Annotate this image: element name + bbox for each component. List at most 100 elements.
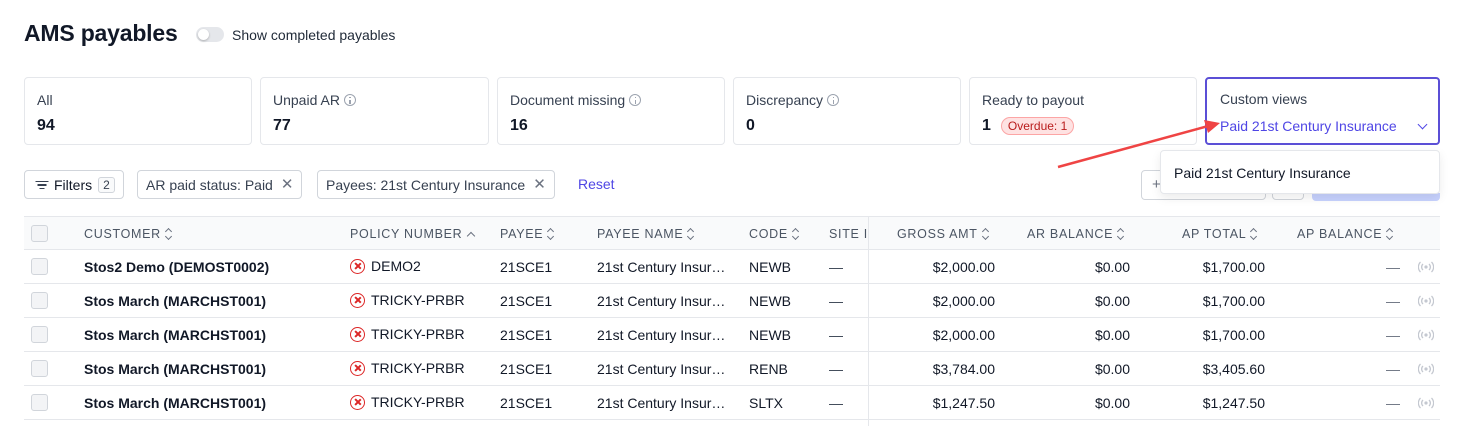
policy-cell[interactable]: TRICKY-PRBR bbox=[350, 394, 495, 410]
site-cell: — bbox=[829, 293, 843, 309]
custom-views-label: Custom views bbox=[1220, 91, 1308, 107]
error-circle-icon bbox=[350, 292, 365, 308]
ar-balance-cell: $0.00 bbox=[1094, 293, 1130, 309]
select-all-checkbox[interactable] bbox=[31, 225, 48, 242]
stat-card-unpaid-ar[interactable]: Unpaid AR 77 bbox=[260, 77, 489, 145]
policy-cell[interactable]: TRICKY-PRBR bbox=[350, 360, 495, 376]
broadcast-icon[interactable] bbox=[1417, 260, 1435, 274]
column-header-site[interactable]: SITE I bbox=[829, 227, 867, 241]
gross-amt-cell: $2,000.00 bbox=[932, 259, 995, 275]
column-header-code[interactable]: CODE bbox=[749, 227, 800, 241]
ap-balance-cell: — bbox=[1386, 259, 1400, 275]
filter-icon bbox=[35, 180, 48, 190]
gross-amt-cell: $1,247.50 bbox=[932, 395, 995, 411]
payee-cell: 21SCE1 bbox=[500, 395, 553, 411]
payee-cell: 21SCE1 bbox=[500, 293, 553, 309]
broadcast-icon[interactable] bbox=[1417, 294, 1435, 308]
ar-balance-cell: $0.00 bbox=[1094, 395, 1130, 411]
stat-card-discrepancy[interactable]: Discrepancy 0 bbox=[733, 77, 961, 145]
policy-cell[interactable]: TRICKY-PRBR bbox=[350, 292, 495, 308]
code-cell: SLTX bbox=[749, 395, 783, 411]
ar-balance-cell: $0.00 bbox=[1094, 361, 1130, 377]
chip-label: AR paid status: Paid bbox=[146, 176, 273, 193]
filters-button[interactable]: Filters 2 bbox=[24, 170, 124, 199]
ap-total-cell: $3,405.60 bbox=[1202, 361, 1265, 377]
ap-balance-cell: — bbox=[1386, 327, 1400, 343]
code-cell: RENB bbox=[749, 361, 788, 377]
sort-icon bbox=[165, 228, 173, 240]
stat-label: All bbox=[37, 92, 53, 108]
stat-card-all[interactable]: All 94 bbox=[24, 77, 252, 145]
filter-chip-ar-paid: AR paid status: Paid ✕ bbox=[137, 170, 303, 199]
column-header-customer[interactable]: CUSTOMER bbox=[84, 227, 173, 241]
info-icon[interactable] bbox=[827, 94, 840, 106]
frozen-column-divider bbox=[868, 216, 869, 426]
ap-total-cell: $1,700.00 bbox=[1202, 327, 1265, 343]
customer-cell[interactable]: Stos2 Demo (DEMOST0002) bbox=[84, 259, 340, 275]
site-cell: — bbox=[829, 327, 843, 343]
row-checkbox[interactable] bbox=[31, 394, 48, 411]
filter-count-badge: 2 bbox=[98, 176, 115, 193]
payee-cell: 21SCE1 bbox=[500, 327, 553, 343]
custom-views-selected: Paid 21st Century Insurance bbox=[1220, 118, 1397, 134]
custom-views-select[interactable]: Paid 21st Century Insurance bbox=[1220, 118, 1430, 134]
annotation-arrow-icon bbox=[1057, 120, 1220, 169]
customer-cell[interactable]: Stos March (MARCHST001) bbox=[84, 361, 340, 377]
payee-name-cell: 21st Century Insurance bbox=[597, 327, 733, 343]
custom-views-card[interactable]: Custom views Paid 21st Century Insurance bbox=[1205, 77, 1440, 145]
primary-action-button[interactable] bbox=[1312, 193, 1440, 201]
column-header-ap-balance[interactable]: AP BALANCE bbox=[1297, 227, 1394, 241]
column-header-payee[interactable]: PAYEE bbox=[500, 227, 555, 241]
row-checkbox[interactable] bbox=[31, 326, 48, 343]
payee-cell: 21SCE1 bbox=[500, 361, 553, 377]
chevron-down-icon bbox=[1417, 119, 1428, 129]
payee-name-cell: 21st Century Insurance bbox=[597, 259, 733, 275]
broadcast-icon[interactable] bbox=[1417, 396, 1435, 410]
sort-icon bbox=[1250, 228, 1258, 240]
broadcast-icon[interactable] bbox=[1417, 362, 1435, 376]
table-row[interactable]: Stos March (MARCHST001) TRICKY-PRBR 21SCE1… bbox=[24, 318, 1440, 352]
sort-icon bbox=[1117, 228, 1125, 240]
stat-card-document-missing[interactable]: Document missing 16 bbox=[497, 77, 725, 145]
row-checkbox[interactable] bbox=[31, 292, 48, 309]
filter-chip-payees: Payees: 21st Century Insurance ✕ bbox=[317, 170, 555, 199]
sort-ascending-icon bbox=[467, 231, 476, 240]
row-checkbox[interactable] bbox=[31, 360, 48, 377]
column-header-policy-number[interactable]: POLICY NUMBER bbox=[350, 227, 476, 241]
table-row[interactable]: Stos March (MARCHST001) TRICKY-PRBR 21SCE1… bbox=[24, 386, 1440, 420]
column-header-gross-amt[interactable]: GROSS AMT bbox=[897, 227, 990, 241]
customer-cell[interactable]: Stos March (MARCHST001) bbox=[84, 395, 340, 411]
reset-link[interactable]: Reset bbox=[578, 176, 615, 192]
ap-balance-cell: — bbox=[1386, 361, 1400, 377]
close-icon[interactable]: ✕ bbox=[281, 177, 294, 192]
column-header-payee-name[interactable]: PAYEE NAME bbox=[597, 227, 695, 241]
toggle-knob bbox=[198, 29, 209, 40]
policy-cell[interactable]: DEMO2 bbox=[350, 258, 495, 274]
customer-cell[interactable]: Stos March (MARCHST001) bbox=[84, 327, 340, 343]
table-row[interactable]: Stos March (MARCHST001) TRICKY-PRBR 21SCE1… bbox=[24, 284, 1440, 318]
error-circle-icon bbox=[350, 326, 365, 342]
table-row[interactable]: Stos March (MARCHST001) TRICKY-PRBR 21SCE1… bbox=[24, 352, 1440, 386]
table-row[interactable]: Stos2 Demo (DEMOST0002) DEMO2 21SCE1 21st C… bbox=[24, 250, 1440, 284]
stat-label: Ready to payout bbox=[982, 92, 1084, 108]
stat-value: 94 bbox=[37, 117, 55, 134]
info-icon[interactable] bbox=[629, 94, 642, 106]
stat-label: Document missing bbox=[510, 92, 626, 108]
payee-name-cell: 21st Century Insurance bbox=[597, 293, 733, 309]
code-cell: NEWB bbox=[749, 327, 791, 343]
site-cell: — bbox=[829, 259, 843, 275]
broadcast-icon[interactable] bbox=[1417, 328, 1435, 342]
payables-table: CUSTOMER POLICY NUMBER PAYEE PAYEE NAME … bbox=[24, 216, 1440, 426]
column-header-ap-total[interactable]: AP TOTAL bbox=[1182, 227, 1258, 241]
customer-cell[interactable]: Stos March (MARCHST001) bbox=[84, 293, 340, 309]
row-checkbox[interactable] bbox=[31, 258, 48, 275]
stat-label: Discrepancy bbox=[746, 92, 824, 108]
column-header-ar-balance[interactable]: AR BALANCE bbox=[1027, 227, 1125, 241]
policy-cell[interactable]: TRICKY-PRBR bbox=[350, 326, 495, 342]
sort-icon bbox=[982, 228, 990, 240]
close-icon[interactable]: ✕ bbox=[533, 177, 546, 192]
sort-icon bbox=[547, 228, 555, 240]
payee-name-cell: 21st Century Insurance bbox=[597, 395, 733, 411]
info-icon[interactable] bbox=[343, 94, 356, 106]
show-completed-toggle[interactable] bbox=[196, 27, 224, 42]
